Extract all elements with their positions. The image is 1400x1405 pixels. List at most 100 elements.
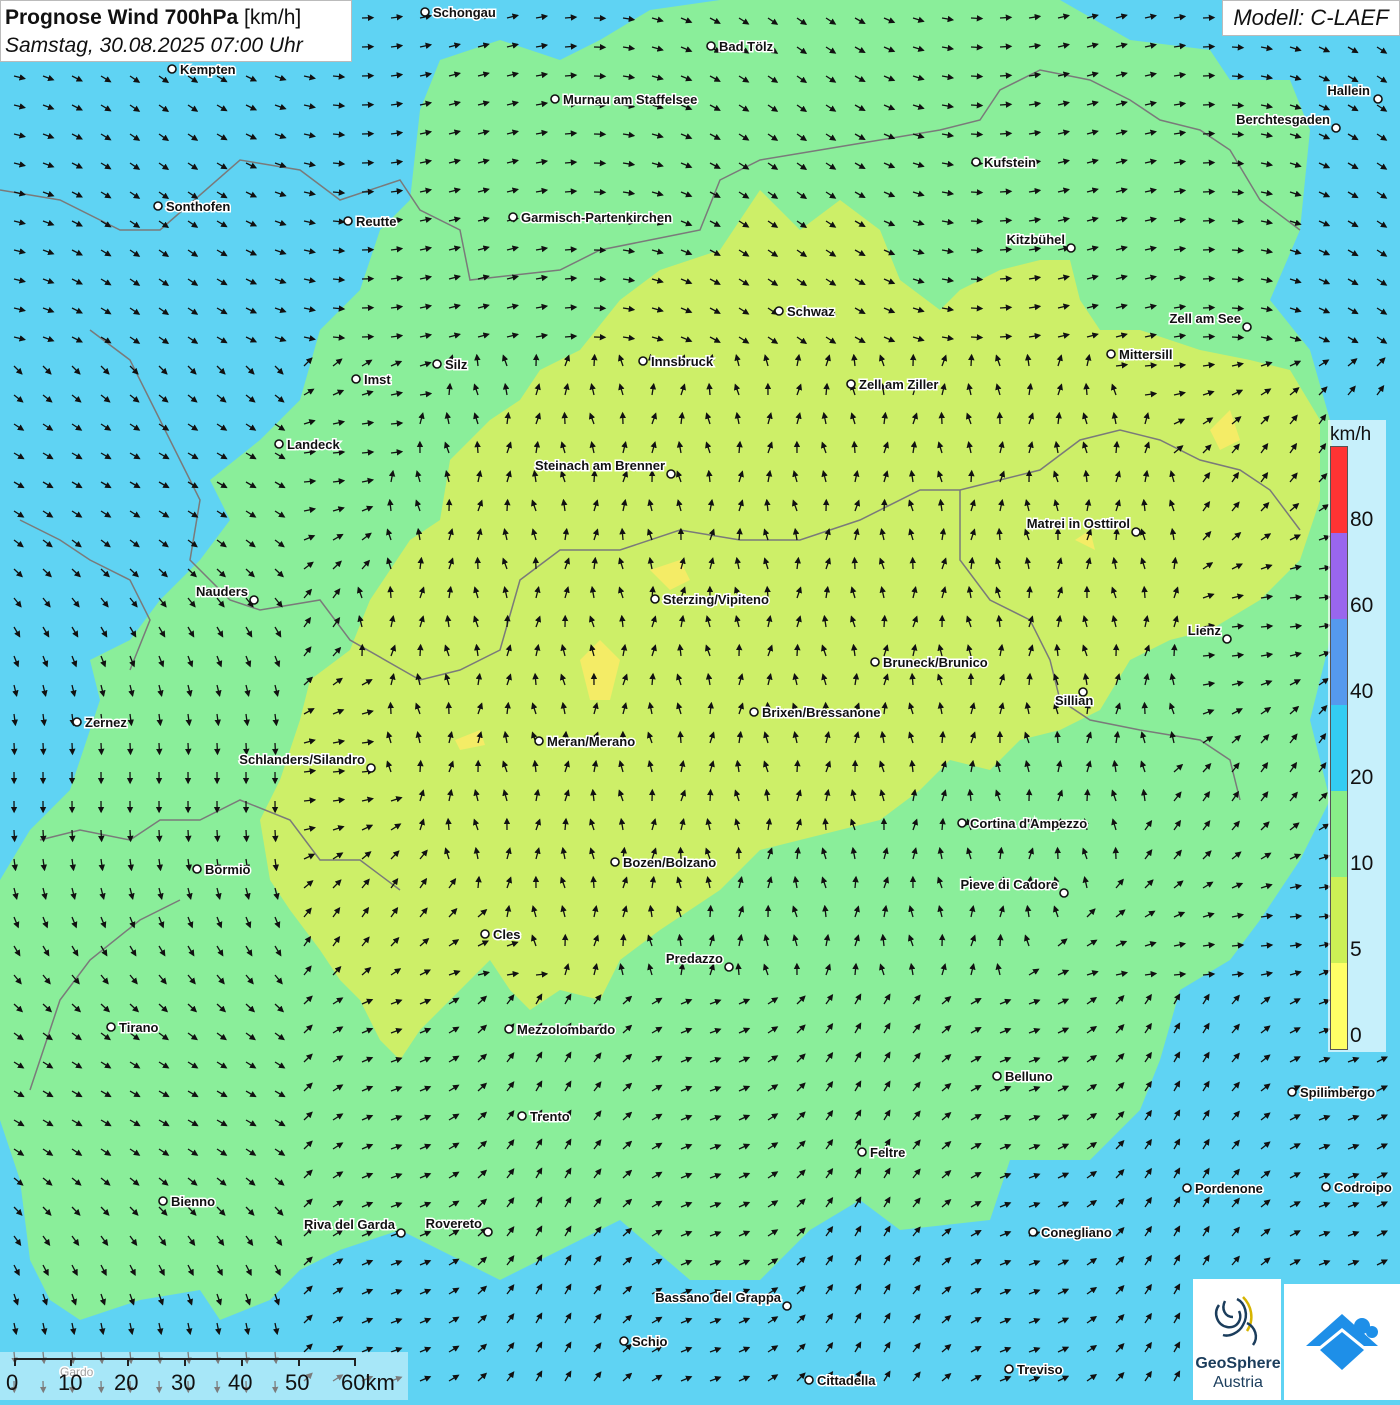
wind-arrow: [1000, 249, 1011, 250]
wind-arrow: [507, 616, 508, 627]
legend-swatch-80: [1331, 447, 1347, 533]
legend-tick-80: 80: [1350, 508, 1373, 532]
scale-label-30: 30: [171, 1370, 195, 1396]
city-label: Bormio: [205, 862, 251, 877]
wind-arrow: [1000, 336, 1011, 337]
city-marker-icon: [535, 737, 543, 745]
wind-arrow: [1203, 76, 1214, 77]
wind-arrow: [1000, 104, 1011, 105]
wind-arrow: [14, 830, 15, 841]
city-label: Sterzing/Vipiteno: [663, 592, 769, 607]
city-marker-icon: [433, 360, 441, 368]
city-marker-icon: [1374, 95, 1382, 103]
wind-arrow: [1144, 587, 1145, 598]
city-marker-icon: [707, 42, 715, 50]
city-marker-icon: [1223, 635, 1231, 643]
wind-arrow: [971, 221, 982, 222]
city-marker-icon: [250, 596, 258, 604]
city-marker-icon: [847, 380, 855, 388]
wind-arrow: [217, 830, 218, 841]
wind-arrow: [1232, 279, 1243, 280]
wind-arrow: [1000, 191, 1011, 192]
wind-arrow: [971, 76, 982, 77]
wind-arrow: [1232, 163, 1243, 164]
city-label: Bruneck/Brunico: [883, 655, 988, 670]
wind-arrow: [507, 500, 508, 511]
wind-arrow: [72, 743, 73, 754]
scale-label-10: 10: [58, 1370, 82, 1396]
wind-arrow: [1203, 163, 1214, 164]
scale-tick: [127, 1358, 129, 1366]
city-marker-icon: [518, 1112, 526, 1120]
wind-arrow: [971, 355, 972, 366]
city-marker-icon: [775, 307, 783, 315]
city-label: Trento: [530, 1109, 570, 1124]
city-label: Predazzo: [666, 951, 723, 966]
city-label: Cortina d'Ampezzo: [970, 816, 1087, 831]
city-marker-icon: [344, 217, 352, 225]
wind-arrow: [999, 529, 1000, 540]
wind-arrow: [159, 830, 160, 841]
wind-arrow: [971, 471, 972, 482]
wind-arrow: [1000, 307, 1011, 308]
city-marker-icon: [958, 819, 966, 827]
city-marker-icon: [725, 963, 733, 971]
city-label: Kempten: [180, 62, 236, 77]
wind-arrow: [797, 645, 798, 656]
wind-arrow: [1203, 192, 1214, 193]
legend-tick-40: 40: [1350, 680, 1373, 704]
city-marker-icon: [783, 1302, 791, 1310]
wind-arrow: [797, 761, 798, 772]
wind-arrow: [565, 133, 576, 134]
city-marker-icon: [805, 1376, 813, 1384]
wind-arrow: [448, 819, 449, 830]
city-label: Bozen/Bolzano: [623, 855, 716, 870]
scale-tick: [184, 1358, 186, 1366]
weather-app-logo[interactable]: [1284, 1284, 1400, 1400]
legend-swatch-20: [1331, 705, 1347, 791]
wind-arrow: [275, 830, 276, 841]
city-label: Sillian: [1055, 693, 1093, 708]
legend-tick-20: 20: [1350, 766, 1373, 790]
wind-arrow: [710, 790, 711, 801]
wind-arrow: [1086, 384, 1087, 395]
wind-arrow: [1203, 105, 1214, 106]
wind-arrow: [565, 17, 576, 18]
city-label: Murnau am Staffelsee: [563, 92, 697, 107]
city-marker-icon: [620, 1337, 628, 1345]
wind-arrow: [971, 250, 982, 251]
city-label: Innsbruck: [651, 354, 714, 369]
wind-map: SchongauBad TölzKemptenMurnau am Staffel…: [0, 0, 1400, 1400]
city-marker-icon: [397, 1229, 405, 1237]
geosphere-logo[interactable]: GeoSphere Austria: [1193, 1279, 1281, 1400]
city-marker-icon: [1029, 1228, 1037, 1236]
wind-arrow: [535, 674, 536, 685]
city-label: Conegliano: [1041, 1225, 1112, 1240]
city-label: Brixen/Bressanone: [762, 705, 881, 720]
forecast-datetime: Samstag, 30.08.2025 07:00 Uhr: [5, 32, 347, 60]
wind-arrow: [565, 162, 576, 163]
city-marker-icon: [1183, 1184, 1191, 1192]
wind-arrow: [971, 192, 982, 193]
city-marker-icon: [509, 213, 517, 221]
wind-arrow: [1000, 133, 1011, 134]
legend-tick-60: 60: [1350, 594, 1373, 618]
wind-arrow: [565, 307, 576, 308]
wind-arrow: [1232, 47, 1243, 48]
city-marker-icon: [1005, 1365, 1013, 1373]
wind-arrow: [101, 830, 102, 841]
city-marker-icon: [352, 375, 360, 383]
city-marker-icon: [972, 158, 980, 166]
wind-arrow: [623, 935, 624, 946]
wind-arrow: [217, 743, 218, 754]
wind-arrow: [971, 134, 982, 135]
city-marker-icon: [611, 858, 619, 866]
wind-arrow: [594, 355, 595, 366]
model-label: Modell: C-LAEF: [1222, 0, 1400, 36]
wind-arrow: [709, 384, 710, 395]
legend-swatch-40: [1331, 619, 1347, 705]
wind-arrow: [1000, 17, 1011, 18]
wind-arrow: [912, 674, 913, 685]
wind-arrow: [1203, 279, 1214, 280]
city-label: Mittersill: [1119, 347, 1172, 362]
